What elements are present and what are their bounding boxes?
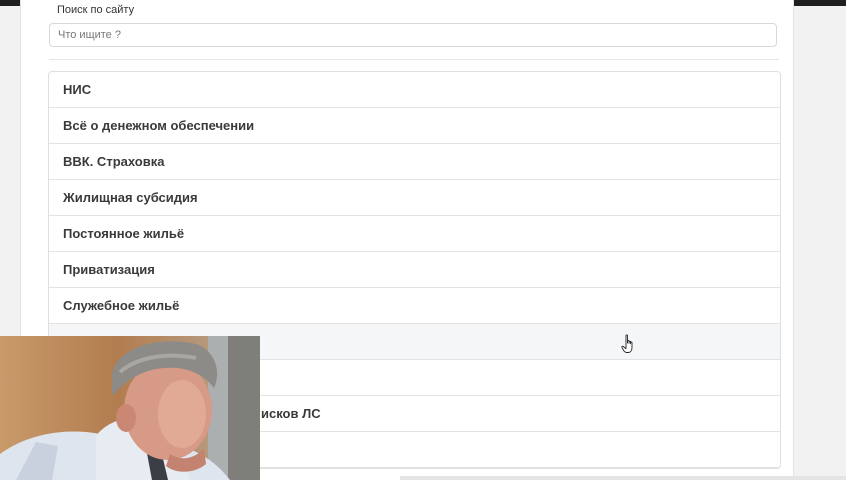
menu-item-service-housing[interactable]: Служебное жильё xyxy=(49,288,780,324)
menu-item-privatization[interactable]: Приватизация xyxy=(49,252,780,288)
menu-item-label: Служебное жильё xyxy=(63,298,180,313)
menu-item-label: Приватизация xyxy=(63,262,155,277)
search-label: Поиск по сайту xyxy=(57,4,135,16)
menu-item-pay[interactable]: Всё о денежном обеспечении xyxy=(49,108,780,144)
divider xyxy=(49,59,779,60)
menu-item-label: НИС xyxy=(63,82,92,97)
menu-item-housing-subsidy[interactable]: Жилищная субсидия xyxy=(49,180,780,216)
menu-item-label: исков ЛС xyxy=(261,406,321,421)
search-input[interactable] xyxy=(49,23,777,47)
menu-item-label: Всё о денежном обеспечении xyxy=(63,118,255,133)
webcam-overlay xyxy=(0,336,260,480)
bottom-strip xyxy=(400,476,846,480)
menu-item-vvk[interactable]: ВВК. Страховка xyxy=(49,144,780,180)
menu-item-label: ВВК. Страховка xyxy=(63,154,165,169)
hand-pointer-icon xyxy=(621,334,633,353)
menu-item-nis[interactable]: НИС xyxy=(49,72,780,108)
menu-item-permanent-housing[interactable]: Постоянное жильё xyxy=(49,216,780,252)
menu-item-label: Постоянное жильё xyxy=(63,226,185,241)
menu-item-label: Жилищная субсидия xyxy=(63,190,198,205)
